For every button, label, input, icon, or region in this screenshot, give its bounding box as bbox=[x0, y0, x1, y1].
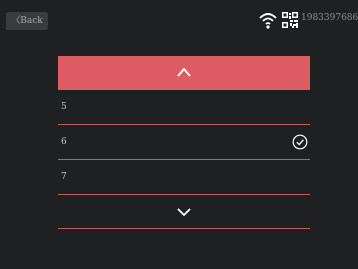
qr-code-icon bbox=[282, 12, 298, 28]
back-button[interactable]: 〈Back bbox=[6, 12, 48, 30]
option-label: 7 bbox=[61, 172, 67, 182]
option-label: 6 bbox=[61, 137, 67, 147]
option-label: 5 bbox=[61, 102, 67, 112]
chevron-up-icon bbox=[177, 67, 191, 77]
option-row[interactable]: 5 bbox=[58, 90, 310, 125]
picker-screen: 〈Back 1983397686 5 6 7 bbox=[0, 0, 358, 269]
chevron-down-icon bbox=[177, 208, 191, 217]
device-id: 1983397686 bbox=[301, 13, 358, 23]
check-circle-icon bbox=[292, 134, 308, 150]
option-row-selected[interactable]: 6 bbox=[58, 125, 310, 160]
wifi-icon bbox=[259, 13, 277, 29]
scroll-down-button[interactable] bbox=[58, 196, 310, 229]
top-bar: 〈Back 1983397686 bbox=[0, 0, 358, 33]
scroll-up-button[interactable] bbox=[58, 56, 310, 90]
option-row[interactable]: 7 bbox=[58, 160, 310, 195]
